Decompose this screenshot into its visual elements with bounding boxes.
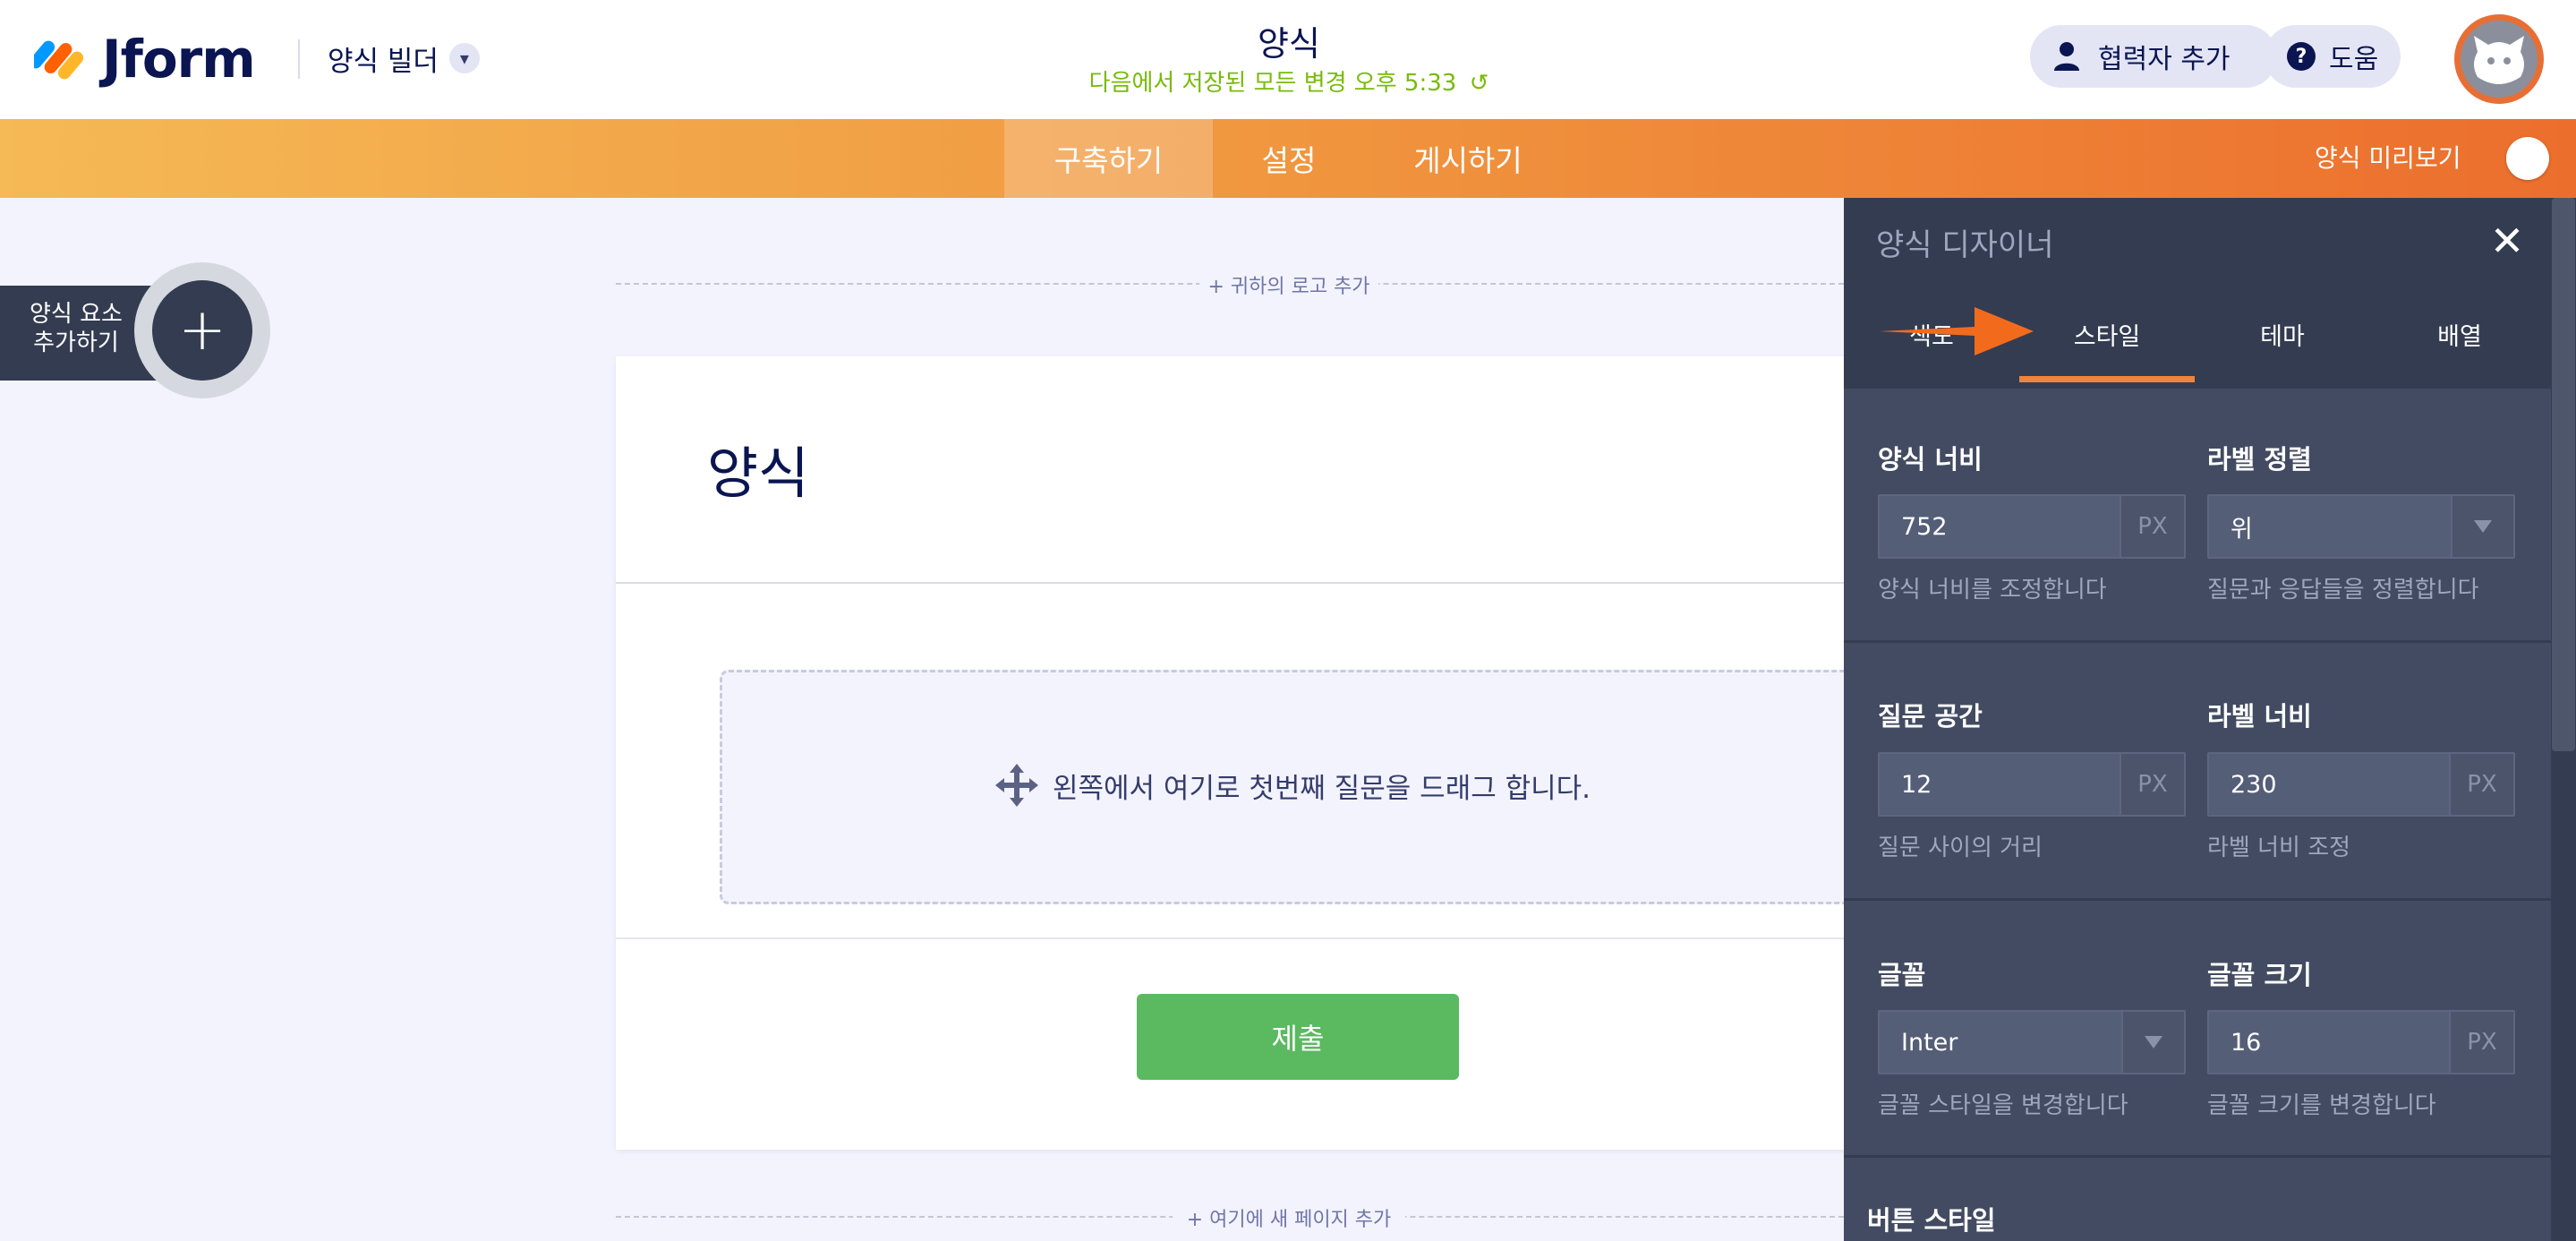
section-divider [1844, 898, 2551, 901]
add-logo-link[interactable]: + 귀하의 로고 추가 [1199, 270, 1378, 299]
designer-tab-style[interactable]: 스타일 [2019, 286, 2195, 382]
dropdown-arrow-icon[interactable] [2121, 1012, 2184, 1073]
drop-hint: 왼쪽에서 여기로 첫번째 질문을 드래그 합니다. [994, 763, 1591, 808]
form-width-field[interactable]: 752 PX [1878, 494, 2186, 559]
add-form-element-label[interactable]: 양식 요소 추가하기 [18, 300, 134, 357]
form-width-label: 양식 너비 [1878, 444, 1983, 475]
add-collaborator-button[interactable]: 협력자 추가 [2030, 25, 2277, 88]
form-footer-divider [616, 937, 1869, 939]
close-icon[interactable]: ✕ [2486, 220, 2528, 261]
help-label: 도움 [2329, 44, 2379, 75]
avatar-image [2461, 21, 2538, 98]
label-align-hint: 질문과 응답들을 정렬합니다 [2207, 577, 2479, 603]
section-divider [1844, 386, 2551, 389]
form-width-unit: PX [2120, 496, 2184, 557]
form-width-hint: 양식 너비를 조정합니다 [1878, 577, 2107, 603]
add-element-button[interactable]: + [152, 280, 252, 381]
button-style-label: 버튼 스타일 [1867, 1205, 1996, 1236]
label-width-hint: 라벨 너비 조정 [2207, 834, 2351, 861]
font-value: Inter [1901, 1028, 1958, 1057]
designer-scroll-thumb[interactable] [2552, 198, 2575, 751]
add-collaborator-label: 협력자 추가 [2098, 44, 2231, 75]
question-spacing-field[interactable]: 12 PX [1878, 752, 2186, 817]
brand-name: Jform [102, 29, 256, 90]
question-spacing-unit: PX [2120, 754, 2184, 815]
form-width-input[interactable]: 752 [1880, 513, 2120, 541]
active-tab-indicator [2019, 376, 2195, 382]
label-width-unit: PX [2449, 754, 2513, 815]
label-align-value: 위 [2231, 515, 2253, 543]
form-preview-toggle-knob[interactable] [2506, 137, 2549, 180]
header-divider [298, 39, 300, 79]
user-icon [2050, 39, 2084, 73]
jform-logo-icon [34, 40, 84, 80]
form-preview-label: 양식 미리보기 [2315, 143, 2461, 173]
label-width-input[interactable]: 230 [2209, 771, 2449, 799]
label-align-select[interactable]: 위 [2207, 494, 2515, 559]
tab-settings[interactable]: 설정 [1226, 119, 1352, 198]
question-spacing-hint: 질문 사이의 거리 [1878, 834, 2043, 861]
builder-menu-label: 양식 빌더 [328, 45, 439, 78]
help-button[interactable]: ? 도움 [2265, 25, 2401, 88]
drop-hint-text: 왼쪽에서 여기로 첫번째 질문을 드래그 합니다. [1053, 772, 1591, 805]
form-header-divider [616, 582, 1869, 584]
question-spacing-label: 질문 공간 [1878, 701, 1983, 732]
brand-logo[interactable]: Jform [34, 23, 256, 95]
svg-text:?: ? [2296, 46, 2307, 68]
plus-icon: + [178, 297, 226, 364]
move-icon [994, 762, 1040, 809]
section-divider [1844, 1155, 2551, 1158]
dropdown-arrow-icon[interactable] [2451, 496, 2513, 557]
chevron-down-icon: ▾ [448, 43, 480, 73]
label-align-label: 라벨 정렬 [2207, 444, 2312, 475]
builder-menu[interactable]: 양식 빌더 ▾ [328, 36, 480, 81]
label-width-label: 라벨 너비 [2207, 701, 2312, 732]
section-divider [1844, 640, 2551, 643]
question-spacing-input[interactable]: 12 [1880, 771, 2120, 799]
save-status-text: 다음에서 저장된 모든 변경 오후 5:33 [1088, 70, 1457, 97]
add-page-link[interactable]: + 여기에 새 페이지 추가 [1173, 1203, 1405, 1232]
tab-publish[interactable]: 게시하기 [1378, 119, 1557, 198]
avatar[interactable] [2454, 14, 2544, 104]
font-size-unit: PX [2449, 1012, 2513, 1073]
form-heading[interactable]: 양식 [707, 428, 809, 509]
arrow-annotation-icon [1876, 300, 2037, 366]
save-status: 다음에서 저장된 모든 변경 오후 5:33 ↺ [985, 64, 1593, 98]
designer-tab-theme[interactable]: 테마 [2195, 286, 2370, 382]
submit-button[interactable]: 제출 [1137, 994, 1459, 1080]
question-circle-icon: ? [2284, 39, 2318, 73]
tab-build[interactable]: 구축하기 [1004, 119, 1213, 198]
font-label: 글꼴 [1878, 960, 1926, 990]
form-title[interactable]: 양식 [1074, 16, 1504, 65]
designer-title: 양식 디자이너 [1876, 227, 2054, 263]
font-size-input[interactable]: 16 [2209, 1029, 2449, 1057]
font-size-field[interactable]: 16 PX [2207, 1010, 2515, 1074]
undo-icon[interactable]: ↺ [1470, 70, 1489, 97]
font-size-hint: 글꼴 크기를 변경합니다 [2207, 1092, 2436, 1119]
font-select[interactable]: Inter [1878, 1010, 2186, 1074]
designer-tab-layout[interactable]: 배열 [2370, 286, 2549, 382]
font-hint: 글꼴 스타일을 변경합니다 [1878, 1092, 2128, 1119]
label-width-field[interactable]: 230 PX [2207, 752, 2515, 817]
font-size-label: 글꼴 크기 [2207, 960, 2312, 990]
